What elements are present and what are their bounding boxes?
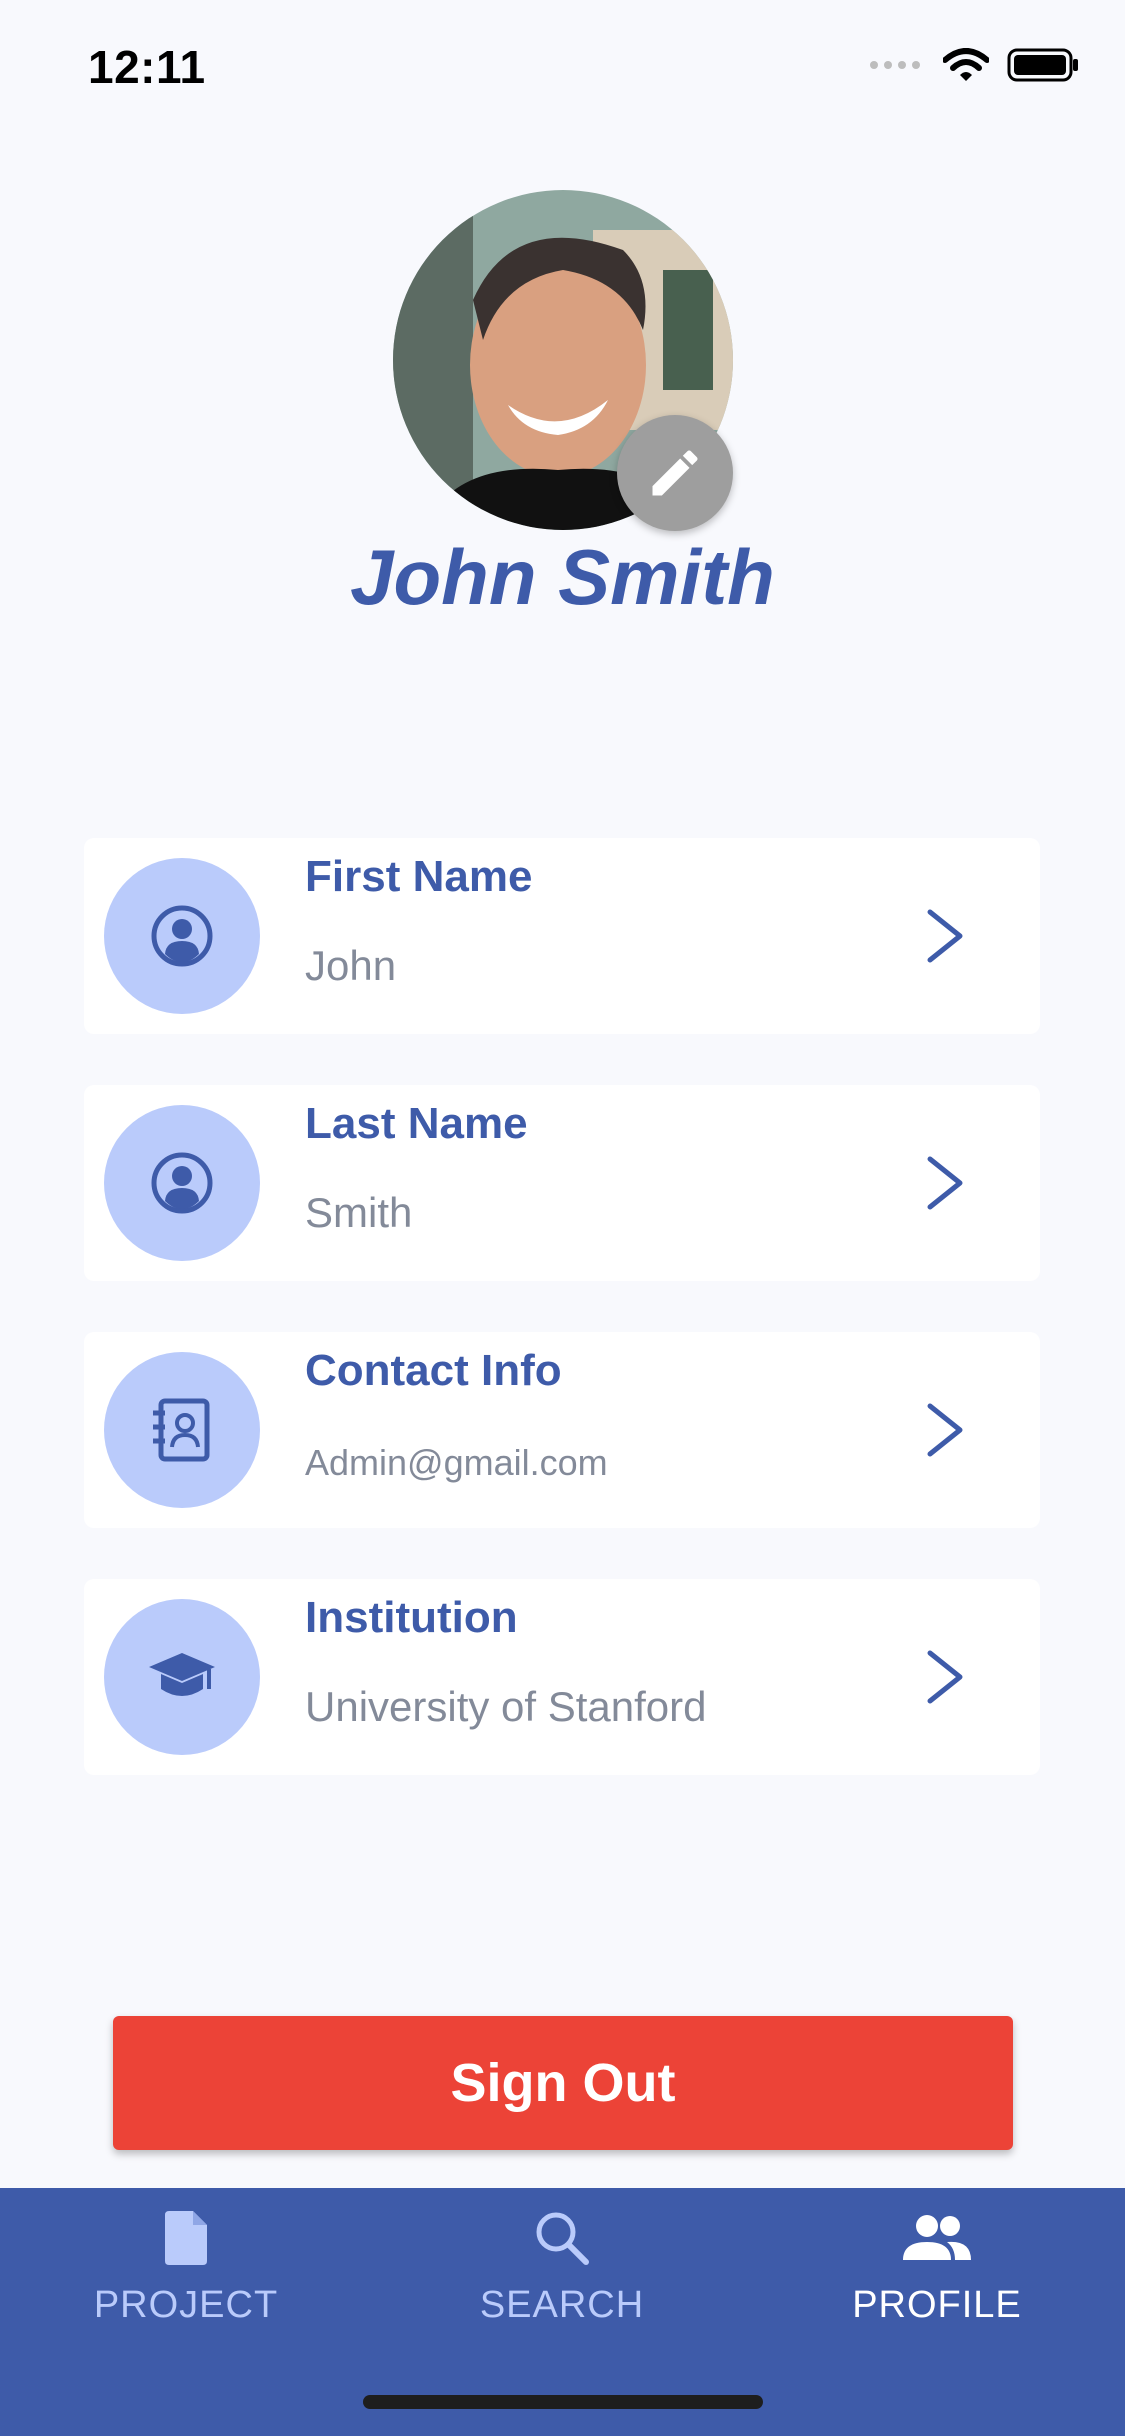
- search-icon: [534, 2204, 590, 2272]
- field-title: Last Name: [305, 1099, 528, 1148]
- pencil-icon: [652, 450, 698, 496]
- people-icon: [903, 2204, 971, 2272]
- chevron-right-icon: [927, 909, 963, 963]
- contact-info-card[interactable]: Contact Info Admin@gmail.com: [84, 1332, 1040, 1528]
- signal-icon: [870, 61, 920, 69]
- sign-out-button[interactable]: Sign Out: [113, 2016, 1013, 2150]
- document-icon: [165, 2204, 207, 2272]
- tab-label: PROFILE: [852, 2284, 1022, 2326]
- chevron-right-icon: [927, 1403, 963, 1457]
- status-icons: [869, 48, 1079, 82]
- chevron-right-icon: [927, 1650, 963, 1704]
- field-title: Institution: [305, 1593, 518, 1642]
- field-value: University of Stanford: [305, 1683, 707, 1730]
- institution-card[interactable]: Institution University of Stanford: [84, 1579, 1040, 1775]
- field-value: Smith: [305, 1189, 413, 1236]
- contact-book-icon: [104, 1352, 260, 1508]
- first-name-card[interactable]: First Name John: [84, 838, 1040, 1034]
- battery-icon: [1007, 48, 1078, 82]
- tab-search[interactable]: SEARCH: [412, 2188, 712, 2348]
- tab-profile[interactable]: PROFILE: [787, 2188, 1087, 2348]
- graduation-cap-icon: [104, 1599, 260, 1755]
- wifi-icon: [943, 48, 989, 81]
- field-title: Contact Info: [305, 1346, 562, 1395]
- tab-label: PROJECT: [93, 2284, 279, 2326]
- home-indicator: [363, 2395, 763, 2409]
- tab-label: SEARCH: [479, 2284, 645, 2326]
- status-time: 12:11: [88, 41, 206, 93]
- chevron-right-icon: [927, 1156, 963, 1210]
- field-value: Admin@gmail.com: [305, 1442, 608, 1483]
- tab-project[interactable]: PROJECT: [36, 2188, 336, 2348]
- user-circle-icon: [104, 1105, 260, 1261]
- last-name-card[interactable]: Last Name Smith: [84, 1085, 1040, 1281]
- field-title: First Name: [305, 852, 533, 901]
- profile-name: John Smith: [350, 533, 775, 621]
- edit-photo-button[interactable]: [617, 415, 733, 531]
- user-circle-icon: [104, 858, 260, 1014]
- field-value: John: [305, 942, 397, 989]
